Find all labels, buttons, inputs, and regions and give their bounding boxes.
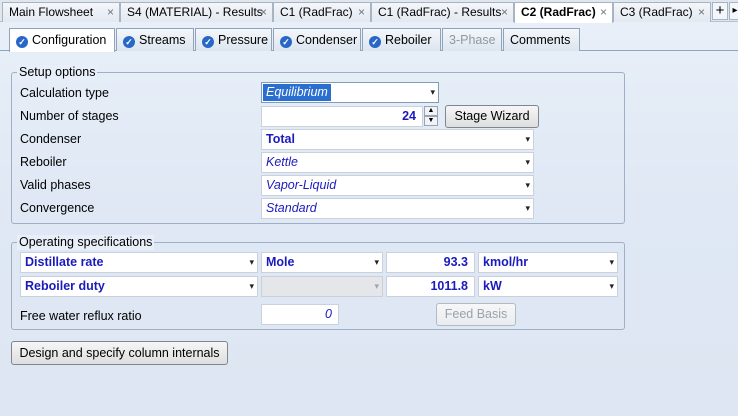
chevron-down-icon[interactable]: ▾ [430,83,435,102]
spec1-basis-select[interactable]: Mole ▾ [261,252,383,273]
reboiler-label: Reboiler [20,155,67,169]
check-icon: ✓ [202,36,214,48]
condenser-select[interactable]: Total ▾ [261,129,534,150]
feed-basis-button: Feed Basis [436,303,516,326]
spin-down-icon[interactable]: ▼ [424,116,438,126]
condenser-label: Condenser [20,132,82,146]
chevron-down-icon[interactable]: ▾ [609,277,614,296]
tab-label: Reboiler [385,33,432,47]
tab-comments[interactable]: Comments [503,28,580,51]
chevron-down-icon: ▾ [374,281,379,291]
spec1-units-select[interactable]: kmol/hr ▾ [478,252,618,273]
stages-spinner[interactable]: ▲ ▼ [424,106,438,127]
chevron-down-icon[interactable]: ▾ [249,277,254,296]
reboiler-select[interactable]: Kettle ▾ [261,152,534,173]
tab-configuration[interactable]: ✓ Configuration [9,28,115,52]
tab-label: Pressure [218,33,269,47]
doc-tab-c2[interactable]: C2 (RadFrac) × [514,2,613,23]
spin-up-icon[interactable]: ▲ [424,106,438,116]
tab-label: 3-Phase [449,33,496,47]
close-icon[interactable]: × [501,3,508,21]
tab-reboiler[interactable]: ✓ Reboiler [362,28,441,51]
operating-specifications-title: Operating specifications [17,235,155,250]
calculation-type-value: Equilibrium [263,84,331,101]
close-icon[interactable]: × [107,3,114,21]
check-icon: ✓ [280,36,292,48]
form-tab-bar: ✓ Configuration ✓ Streams ✓ Pressure ✓ Conde… [0,28,738,52]
spec1-value-input[interactable]: 93.3 [386,252,475,273]
tab-label: Condenser [296,33,358,47]
valid-phases-value: Vapor-Liquid [266,178,337,192]
tab-pressure[interactable]: ✓ Pressure [195,28,272,51]
doc-tab-c1[interactable]: C1 (RadFrac) × [273,2,371,22]
doc-tab-c1-results[interactable]: C1 (RadFrac) - Results × [371,2,514,22]
tab-overflow-icon[interactable]: ▸ [729,2,738,20]
chevron-down-icon[interactable]: ▾ [525,153,530,172]
chevron-down-icon[interactable]: ▾ [525,199,530,218]
chevron-down-icon[interactable]: ▾ [374,253,379,272]
convergence-label: Convergence [20,201,95,215]
spec2-value-input[interactable]: 1011.8 [386,276,475,297]
tab-3-phase[interactable]: 3-Phase [442,28,502,51]
tab-condenser[interactable]: ✓ Condenser [273,28,361,51]
doc-tab-label: Main Flowsheet [9,5,94,19]
doc-tab-label: C3 (RadFrac) [620,5,693,19]
number-of-stages-label: Number of stages [20,109,119,123]
condenser-value: Total [266,132,295,146]
tab-label: Streams [139,33,186,47]
reboiler-value: Kettle [266,155,298,169]
spec1-type-select[interactable]: Distillate rate ▾ [20,252,258,273]
close-icon[interactable]: × [260,3,267,21]
chevron-down-icon[interactable]: ▾ [525,176,530,195]
document-tab-bar: Main Flowsheet × S4 (MATERIAL) - Results… [0,0,738,23]
check-icon: ✓ [369,36,381,48]
spec1-units-value: kmol/hr [483,255,529,269]
tab-label: Configuration [32,33,107,47]
doc-tab-label: S4 (MATERIAL) - Results [127,5,263,19]
spec2-type-value: Reboiler duty [25,279,105,293]
add-tab-icon[interactable]: + [712,2,728,20]
tab-label: Comments [510,33,571,47]
doc-tab-label: C1 (RadFrac) [280,5,353,19]
tab-streams[interactable]: ✓ Streams [116,28,194,51]
close-icon[interactable]: × [358,3,365,21]
check-icon: ✓ [123,36,135,48]
spec2-units-select[interactable]: kW ▾ [478,276,618,297]
close-icon[interactable]: × [600,3,607,21]
valid-phases-label: Valid phases [20,178,91,192]
calculation-type-label: Calculation type [20,86,109,100]
convergence-select[interactable]: Standard ▾ [261,198,534,219]
chevron-down-icon[interactable]: ▾ [609,253,614,272]
doc-tab-s4-results[interactable]: S4 (MATERIAL) - Results × [120,2,273,22]
check-icon: ✓ [16,36,28,48]
convergence-value: Standard [266,201,317,215]
spec2-units-value: kW [483,279,502,293]
valid-phases-select[interactable]: Vapor-Liquid ▾ [261,175,534,196]
stage-wizard-button[interactable]: Stage Wizard [445,105,539,128]
setup-options-title: Setup options [17,65,98,80]
free-water-reflux-ratio-label: Free water reflux ratio [20,309,142,323]
close-icon[interactable]: × [698,3,705,21]
doc-tab-label: C1 (RadFrac) - Results [378,5,502,19]
spec1-basis-value: Mole [266,255,295,269]
chevron-down-icon[interactable]: ▾ [249,253,254,272]
number-of-stages-input[interactable]: 24 [261,106,423,127]
calculation-type-select[interactable]: Equilibrium ▾ [261,82,439,103]
doc-tab-label: C2 (RadFrac) [521,5,596,19]
spec2-type-select[interactable]: Reboiler duty ▾ [20,276,258,297]
doc-tab-c3[interactable]: C3 (RadFrac) × [613,2,711,22]
spec2-basis-select: ▾ [261,276,383,297]
doc-tab-main-flowsheet[interactable]: Main Flowsheet × [2,2,120,22]
spec1-type-value: Distillate rate [25,255,104,269]
chevron-down-icon[interactable]: ▾ [525,130,530,149]
design-column-internals-button[interactable]: Design and specify column internals [11,341,228,365]
free-water-reflux-ratio-input[interactable]: 0 [261,304,339,325]
